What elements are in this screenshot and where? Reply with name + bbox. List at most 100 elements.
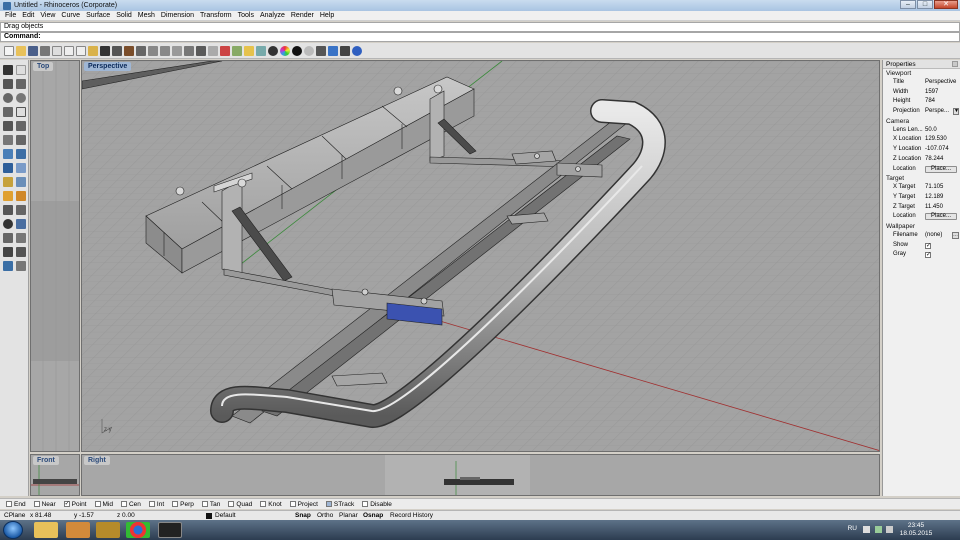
clock-time[interactable]: 23:45 xyxy=(896,522,936,529)
osnap-disable[interactable]: Disable xyxy=(362,501,392,508)
select-icon[interactable] xyxy=(112,45,122,56)
menu-mesh[interactable]: Mesh xyxy=(135,12,158,19)
paste-icon[interactable] xyxy=(88,45,98,56)
object-snap-icon[interactable] xyxy=(220,45,230,56)
copy-icon[interactable] xyxy=(76,45,86,56)
osnap-checkbox[interactable] xyxy=(94,501,101,507)
select-arrow-icon[interactable] xyxy=(3,65,13,75)
menu-dimension[interactable]: Dimension xyxy=(158,12,197,19)
layer-icon[interactable] xyxy=(268,45,278,56)
perspective-viewport-label[interactable]: Perspective xyxy=(84,62,132,71)
front-viewport[interactable]: Front xyxy=(30,454,80,496)
projection-dropdown-icon[interactable]: ▼ xyxy=(953,108,959,116)
target-y-value[interactable]: 12.189 xyxy=(925,193,959,203)
front-viewport-label[interactable]: Front xyxy=(33,456,59,465)
chrome-taskbar-icon[interactable] xyxy=(126,522,150,538)
menu-render[interactable]: Render xyxy=(288,12,317,19)
extrude-icon[interactable] xyxy=(16,149,26,159)
rectangle-icon[interactable] xyxy=(16,107,26,117)
zoom-icon[interactable] xyxy=(148,45,158,56)
undo-icon[interactable] xyxy=(100,45,110,56)
osnap-project[interactable]: Project xyxy=(289,501,318,508)
osnap-checkbox[interactable] xyxy=(6,501,12,507)
curve-icon[interactable] xyxy=(16,79,26,89)
right-viewport[interactable]: Right xyxy=(81,454,880,496)
language-indicator[interactable]: RU xyxy=(848,525,857,532)
osnap-checkbox[interactable] xyxy=(201,501,208,507)
prop-width-value[interactable]: 1597 xyxy=(925,88,959,98)
explorer-taskbar-icon[interactable] xyxy=(34,522,58,538)
rotate-view-icon[interactable] xyxy=(136,45,146,56)
mirror-icon[interactable] xyxy=(16,247,26,257)
material-icon[interactable] xyxy=(304,45,314,56)
osnap-checkbox[interactable] xyxy=(120,501,127,507)
arc-icon[interactable] xyxy=(3,107,13,117)
options-icon[interactable] xyxy=(328,45,338,56)
render-sphere-icon[interactable] xyxy=(292,45,302,56)
status-osnap[interactable]: Osnap xyxy=(363,512,383,519)
osnap-end[interactable]: End xyxy=(6,501,26,508)
menu-surface[interactable]: Surface xyxy=(83,12,113,19)
target-x-value[interactable]: 71.105 xyxy=(925,183,959,193)
prop-title-value[interactable]: Perspective xyxy=(925,78,959,88)
osnap-strack[interactable]: STrack xyxy=(325,501,354,508)
cplane-icon[interactable] xyxy=(208,45,218,56)
light-icon[interactable] xyxy=(316,45,326,56)
top-viewport-label[interactable]: Top xyxy=(33,62,54,71)
camera-y-value[interactable]: -107.074 xyxy=(925,145,959,155)
array-icon[interactable] xyxy=(3,261,13,271)
camera-place-button[interactable]: Place... xyxy=(925,165,957,173)
cut-icon[interactable] xyxy=(64,45,74,56)
top-viewport[interactable]: Top xyxy=(30,60,80,452)
command-input[interactable] xyxy=(42,33,343,41)
polyline-icon[interactable] xyxy=(3,79,13,89)
save-icon[interactable] xyxy=(28,45,38,56)
lens-length-value[interactable]: 50.0 xyxy=(925,126,959,136)
group-icon[interactable] xyxy=(3,219,13,229)
explode-icon[interactable] xyxy=(3,191,13,201)
polygon-icon[interactable] xyxy=(3,121,13,131)
status-ortho[interactable]: Ortho xyxy=(317,512,333,519)
osnap-int[interactable]: Int xyxy=(148,501,164,508)
menu-view[interactable]: View xyxy=(37,12,58,19)
text-icon[interactable] xyxy=(3,135,13,145)
menu-help[interactable]: Help xyxy=(317,12,337,19)
target-place-button[interactable]: Place... xyxy=(925,213,957,221)
scale-icon[interactable] xyxy=(3,247,13,257)
status-snap[interactable]: Snap xyxy=(295,512,311,519)
move-icon[interactable] xyxy=(16,219,26,229)
close-button[interactable]: ✕ xyxy=(934,0,958,9)
osnap-checkbox[interactable] xyxy=(289,501,296,507)
osnap-checkbox[interactable] xyxy=(362,501,369,507)
point-icon[interactable] xyxy=(16,65,26,75)
osnap-knot[interactable]: Knot xyxy=(260,501,282,508)
osnap-tan[interactable]: Tan xyxy=(201,501,220,508)
help-icon[interactable] xyxy=(352,45,362,56)
lock-icon[interactable] xyxy=(256,45,266,56)
viewport-layout-icon[interactable] xyxy=(196,45,206,56)
trim-icon[interactable] xyxy=(3,205,13,215)
status-layer[interactable]: Default xyxy=(215,512,236,519)
zoom-window-icon[interactable] xyxy=(160,45,170,56)
minimize-button[interactable]: – xyxy=(900,0,916,9)
fillet-icon[interactable] xyxy=(16,135,26,145)
network-icon[interactable] xyxy=(875,526,882,533)
properties-close-icon[interactable] xyxy=(952,61,958,67)
menu-analyze[interactable]: Analyze xyxy=(257,12,288,19)
cylinder-icon[interactable] xyxy=(3,177,13,187)
perspective-viewport[interactable]: Perspective z y xyxy=(81,60,880,452)
menu-transform[interactable]: Transform xyxy=(197,12,235,19)
game-taskbar-icon[interactable] xyxy=(96,522,120,538)
osnap-cen[interactable]: Cen xyxy=(120,501,141,508)
osnap-checkbox[interactable]: ✓ xyxy=(63,501,70,507)
copy-object-icon[interactable] xyxy=(3,233,13,243)
osnap-point[interactable]: ✓ Point xyxy=(63,501,87,508)
right-viewport-label[interactable]: Right xyxy=(84,456,110,465)
osnap-mid[interactable]: Mid xyxy=(94,501,113,508)
osnap-checkbox[interactable] xyxy=(228,501,235,507)
surface-icon[interactable] xyxy=(3,149,13,159)
ellipse-icon[interactable] xyxy=(16,93,26,103)
split-icon[interactable] xyxy=(16,205,26,215)
solid-box-icon[interactable] xyxy=(3,163,13,173)
dimension-icon[interactable] xyxy=(16,261,26,271)
